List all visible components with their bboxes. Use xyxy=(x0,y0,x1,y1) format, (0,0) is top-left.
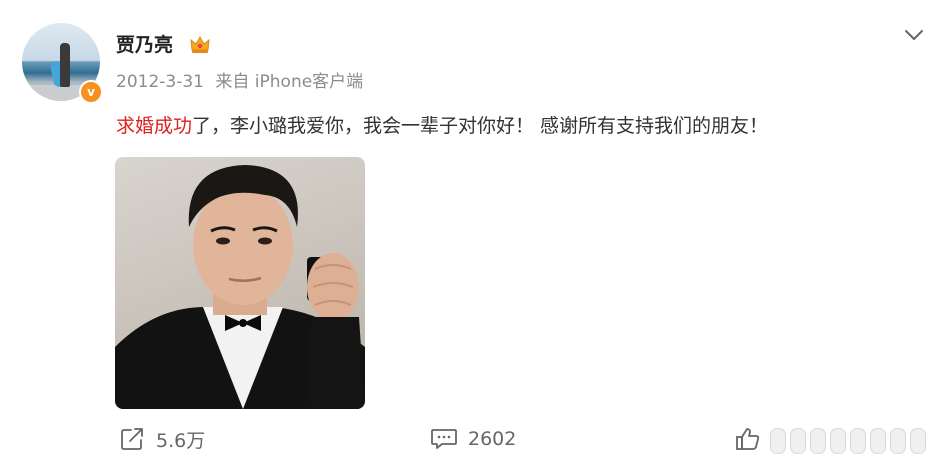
like-icon xyxy=(736,428,760,450)
crown-icon xyxy=(190,35,210,53)
liker-avatar xyxy=(890,428,906,454)
author-name[interactable]: 贾乃亮 xyxy=(116,33,173,57)
post-photo[interactable] xyxy=(115,157,365,409)
comment-icon xyxy=(431,429,457,449)
post-meta: 2012-3-31 来自 iPhone客户端 xyxy=(116,71,363,93)
repost-icon xyxy=(121,428,143,450)
post-text: 求婚成功了，李小璐我爱你，我会一辈子对你好！ 感谢所有支持我们的朋友！ xyxy=(116,113,768,139)
avatar-figure xyxy=(60,43,70,87)
like-button[interactable] xyxy=(735,426,771,452)
liker-avatar xyxy=(870,428,886,454)
repost-count: 5.6万 xyxy=(156,429,206,452)
liker-avatar xyxy=(770,428,786,454)
post-source: 来自 iPhone客户端 xyxy=(215,72,364,92)
liker-avatar xyxy=(810,428,826,454)
liker-avatar xyxy=(790,428,806,454)
comment-button[interactable]: 2602 xyxy=(430,426,516,452)
chevron-down-icon[interactable] xyxy=(903,25,925,45)
repost-button[interactable]: 5.6万 xyxy=(120,426,205,452)
comment-count: 2602 xyxy=(468,428,517,450)
liker-avatar xyxy=(830,428,846,454)
verified-badge-icon: v xyxy=(79,80,103,104)
post-text-rest: 了，李小璐我爱你，我会一辈子对你好！ 感谢所有支持我们的朋友！ xyxy=(192,115,769,137)
liker-avatar xyxy=(910,428,926,454)
post-date[interactable]: 2012-3-31 xyxy=(116,72,204,92)
post-text-highlight[interactable]: 求婚成功 xyxy=(116,115,192,137)
liker-avatar xyxy=(850,428,866,454)
photo-illustration xyxy=(115,165,365,409)
